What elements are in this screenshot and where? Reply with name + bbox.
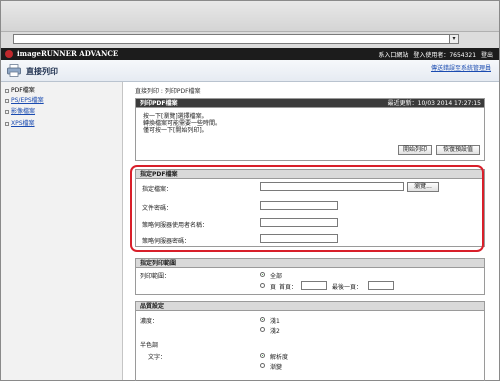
sidebar-item-ps-eps[interactable]: PS/EPS檔案 xyxy=(5,95,44,104)
sidebar-item-label: PS/EPS檔案 xyxy=(11,97,44,104)
instruction-line: 僅可按一下[開始列印]。 xyxy=(143,127,208,134)
quality-section-title: 品質設定 xyxy=(136,302,484,311)
halftone-label: 半色調 xyxy=(140,342,159,349)
mail-admin-link[interactable]: 傳送錯誤至系統管理員 xyxy=(431,63,491,72)
bullet-icon xyxy=(5,88,9,93)
restore-defaults-button[interactable]: 恢復預設值 xyxy=(436,145,480,155)
density-option-2-label: 淺2 xyxy=(270,328,280,335)
text-mode-label: 文字： xyxy=(148,354,167,361)
print-section-header: 列印PDF檔案 最近更新：10/03 2014 17:27:15 xyxy=(136,99,484,108)
brand-bar: imageRUNNER ADVANCE 系入口網站 登入使用者：7654321 … xyxy=(1,48,499,60)
address-bar[interactable]: ▾ xyxy=(13,34,459,44)
chevron-down-icon[interactable]: ▾ xyxy=(449,34,459,44)
portal-link[interactable]: 系入口網站 xyxy=(378,52,408,59)
range-section-title: 指定列印範圍 xyxy=(136,259,484,268)
bullet-icon xyxy=(5,109,9,114)
range-pages-label: 頁 xyxy=(270,284,277,291)
start-print-button[interactable]: 開始列印 xyxy=(398,145,432,155)
range-all-label: 全部 xyxy=(270,273,283,280)
logout-link[interactable]: 登出 xyxy=(481,52,493,59)
first-page-input[interactable] xyxy=(301,281,327,290)
range-pages-radio[interactable] xyxy=(260,283,265,288)
browser-chrome xyxy=(1,1,499,32)
bullet-icon xyxy=(5,98,9,103)
range-section: 指定列印範圍 列印範圍： 全部 頁 首頁： 最後一頁： xyxy=(135,258,485,295)
brand-right: 系入口網站 登入使用者：7654321 登出 xyxy=(375,50,493,59)
breadcrumb: 直接列印 : 列印PDF檔案 xyxy=(135,88,201,95)
last-page-label: 最後一頁： xyxy=(332,284,363,291)
page-header: 直接列印 傳送錯誤至系統管理員 xyxy=(1,60,499,82)
range-all-radio[interactable] xyxy=(260,272,265,277)
print-section: 列印PDF檔案 最近更新：10/03 2014 17:27:15 按一下[瀏覽]… xyxy=(135,98,485,161)
brand-name: imageRUNNER ADVANCE xyxy=(17,49,119,58)
instruction-line: 按一下[瀏覽]選擇檔案。 xyxy=(143,113,208,120)
sidebar-item-label: 影像檔案 xyxy=(11,108,36,115)
density-option-2-radio[interactable] xyxy=(260,327,265,332)
sidebar-item-xps[interactable]: XPS檔案 xyxy=(5,118,35,127)
instruction-line: 轉換檔案可能需要一些時間。 xyxy=(143,120,222,127)
first-page-label: 首頁： xyxy=(279,284,298,291)
sidebar: PDF檔案 PS/EPS檔案 影像檔案 XPS檔案 xyxy=(1,82,123,380)
density-option-1-label: 淺1 xyxy=(270,318,280,325)
printer-icon xyxy=(7,64,21,77)
text-option-2-radio[interactable] xyxy=(260,363,265,368)
density-label: 濃度： xyxy=(140,318,159,325)
instructions: 按一下[瀏覽]選擇檔案。 轉換檔案可能需要一些時間。 僅可按一下[開始列印]。 xyxy=(143,113,221,134)
density-option-1-radio[interactable] xyxy=(260,317,265,322)
quality-section: 品質設定 濃度： 淺1 淺2 半色調 文字： 解析度 漸變 xyxy=(135,301,485,381)
last-page-input[interactable] xyxy=(368,281,394,290)
page-title: 直接列印 xyxy=(26,67,58,76)
bullet-icon xyxy=(5,121,9,126)
login-user: 登入使用者：7654321 xyxy=(413,52,477,59)
canon-logo-icon xyxy=(5,50,13,58)
print-section-title: 列印PDF檔案 xyxy=(140,100,178,107)
browser-window: ▾ imageRUNNER ADVANCE 系入口網站 登入使用者：765432… xyxy=(0,0,500,381)
text-option-2-label: 漸變 xyxy=(270,364,283,371)
print-range-label: 列印範圍： xyxy=(140,273,171,280)
text-option-1-radio[interactable] xyxy=(260,353,265,358)
sidebar-item-label: XPS檔案 xyxy=(11,120,35,127)
highlight-annotation xyxy=(130,165,484,252)
address-bar-area: ▾ xyxy=(1,32,499,48)
sidebar-item-pdf[interactable]: PDF檔案 xyxy=(5,85,35,94)
sidebar-item-label: PDF檔案 xyxy=(11,87,35,94)
sidebar-item-image[interactable]: 影像檔案 xyxy=(5,106,35,115)
last-updated: 最近更新：10/03 2014 17:27:15 xyxy=(387,100,481,107)
text-option-1-label: 解析度 xyxy=(270,354,289,361)
